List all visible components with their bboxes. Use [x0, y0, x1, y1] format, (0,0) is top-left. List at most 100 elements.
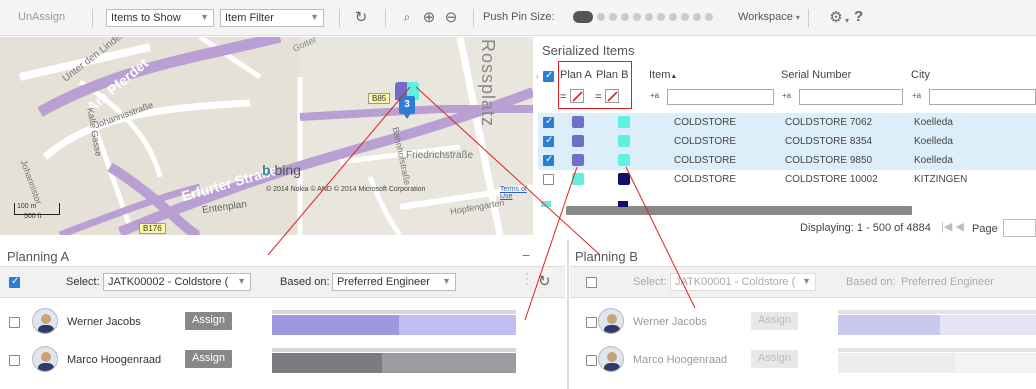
chevron-down-icon: ▼ — [310, 12, 319, 22]
chevron-down-icon: ▾ — [795, 13, 800, 22]
pin-size-dot[interactable] — [657, 13, 665, 21]
city-cell: Koelleda — [914, 155, 953, 166]
row-color-swatch — [618, 201, 628, 207]
table-row[interactable]: COLDSTORE COLDSTORE 7062 Koelleda — [538, 113, 1036, 132]
gear-icon[interactable]: ⚙ — [827, 8, 845, 26]
workspace-label: Workspace — [738, 11, 793, 23]
select-all-checkbox[interactable] — [543, 70, 554, 82]
pin-size-dot[interactable] — [633, 13, 641, 21]
table-row[interactable]: COLDSTORE COLDSTORE 10002 KITZINGEN — [538, 170, 1036, 189]
chevron-down-icon: ▼ — [802, 276, 811, 286]
bing-logo: b bing — [262, 162, 301, 178]
panel-divider — [567, 240, 569, 389]
push-pin-size-label: Push Pin Size: — [483, 11, 555, 23]
pin-size-dot[interactable] — [681, 13, 689, 21]
column-header-city[interactable]: City — [911, 69, 930, 81]
zoom-in-icon[interactable]: ⊕ — [420, 8, 438, 26]
paging-status: Displaying: 1 - 500 of 4884 — [800, 222, 931, 234]
engineer-name: Werner Jacobs — [633, 316, 707, 328]
row-checkbox[interactable] — [543, 135, 554, 147]
engineer-checkbox[interactable] — [586, 317, 597, 328]
unassign-button[interactable]: UnAssign — [18, 11, 65, 23]
engineer-row[interactable]: Marco Hoogenraad Assign — [0, 341, 565, 379]
planning-b-select-all-checkbox[interactable] — [586, 277, 597, 288]
filter-equals-icon[interactable]: = — [560, 91, 566, 103]
engineer-checkbox[interactable] — [9, 317, 20, 328]
sort-asc-icon: ▲ — [670, 73, 678, 80]
column-header-serial[interactable]: Serial Number — [781, 69, 851, 81]
help-icon[interactable]: ? — [854, 8, 863, 25]
avatar — [32, 346, 58, 372]
pushpin-count: 3 — [399, 96, 415, 114]
engineer-row[interactable]: Marco Hoogenraad Assign — [570, 341, 1036, 379]
pin-size-dot[interactable] — [609, 13, 617, 21]
pin-size-dot[interactable] — [669, 13, 677, 21]
slash-svg — [607, 91, 618, 102]
refresh-icon[interactable]: ↻ — [538, 272, 551, 290]
pin-size-dot[interactable] — [645, 13, 653, 21]
planning-a-select-dropdown[interactable]: JATK00002 - Coldstore (▼ — [103, 273, 251, 291]
capacity-bar-rest — [955, 353, 1036, 373]
planning-a-title: Planning A — [7, 249, 70, 264]
planning-a-select-all-checkbox[interactable] — [9, 276, 20, 288]
pin-size-dot[interactable] — [693, 13, 701, 21]
push-pin-slider-handle[interactable] — [573, 11, 593, 23]
serial-filter-input[interactable] — [799, 89, 903, 105]
item-filter-dropdown[interactable]: Item Filter ▼ — [220, 9, 324, 27]
collapse-icon[interactable]: − — [522, 247, 530, 263]
road-badge: B176 — [139, 223, 166, 234]
planning-a-based-on-dropdown[interactable]: Preferred Engineer ▼ — [332, 273, 456, 291]
page-number-input[interactable] — [1003, 219, 1036, 237]
no-color-icon[interactable] — [605, 89, 619, 103]
zoom-extent-icon[interactable]: ⌕ — [398, 10, 416, 25]
pin-size-dot[interactable] — [621, 13, 629, 21]
terms-of-use-link[interactable]: Terms of Use — [500, 186, 533, 200]
avatar — [32, 308, 58, 334]
planning-b-based-on-value: Preferred Engineer — [901, 276, 994, 288]
capacity-bar-fill — [272, 353, 382, 373]
column-header-item[interactable]: Item▲ — [649, 69, 677, 81]
drag-handle-icon[interactable]: ⋮ — [520, 270, 534, 287]
pin-size-dot[interactable] — [597, 13, 605, 21]
planning-b-select-dropdown[interactable]: JATK00001 - Coldstore (▼ — [670, 273, 816, 291]
capacity-bar-fill — [838, 353, 955, 373]
engineer-row[interactable]: Werner Jacobs Assign — [570, 303, 1036, 341]
text-filter-icon: +a — [782, 91, 792, 100]
bing-b-icon: b — [262, 162, 271, 178]
row-checkbox[interactable] — [543, 116, 554, 128]
capacity-bar-rest — [940, 315, 1036, 335]
table-row[interactable]: COLDSTORE COLDSTORE 9850 Koelleda — [538, 151, 1036, 170]
engineer-row[interactable]: Werner Jacobs Assign — [0, 303, 565, 341]
map-pushpin[interactable]: 3 — [395, 82, 421, 120]
row-checkbox[interactable] — [543, 154, 554, 166]
horizontal-scrollbar[interactable] — [566, 206, 912, 215]
scale-meters: 100 m — [17, 203, 37, 210]
city-filter-input[interactable] — [929, 89, 1036, 105]
filter-equals-icon[interactable]: = — [595, 91, 601, 103]
engineer-name: Marco Hoogenraad — [633, 354, 728, 366]
assign-button[interactable]: Assign — [185, 312, 233, 330]
assign-button[interactable]: Assign — [751, 312, 799, 330]
city-cell: KITZINGEN — [914, 174, 968, 185]
assign-button[interactable]: Assign — [185, 350, 233, 368]
assign-button[interactable]: Assign — [751, 350, 799, 368]
zoom-out-icon[interactable]: ⊖ — [442, 8, 460, 26]
pushpin-tip — [403, 113, 411, 119]
item-filter-input[interactable] — [667, 89, 774, 105]
items-to-show-dropdown[interactable]: Items to Show ▼ — [106, 9, 214, 27]
items-to-show-value: Items to Show — [111, 12, 181, 24]
pin-size-dot[interactable] — [705, 13, 713, 21]
refresh-icon[interactable]: ↻ — [352, 8, 370, 26]
table-row[interactable]: COLDSTORE COLDSTORE 8354 Koelleda — [538, 132, 1036, 151]
engineer-checkbox[interactable] — [586, 355, 597, 366]
toolbar-separator — [385, 9, 386, 27]
no-color-icon[interactable] — [570, 89, 584, 103]
engineer-checkbox[interactable] — [9, 355, 20, 366]
based-on-label: Based on: — [846, 276, 896, 288]
row-checkbox[interactable] — [543, 174, 554, 185]
expand-icon[interactable]: › — [536, 72, 539, 81]
first-page-icon[interactable]: |◀ ◀ — [941, 220, 964, 233]
capacity-bar-track — [838, 310, 1036, 314]
workspace-menu[interactable]: Workspace ▾ — [738, 11, 800, 23]
map-view[interactable]: Unter den Linden Am Pferdet Johannisstra… — [0, 37, 533, 235]
